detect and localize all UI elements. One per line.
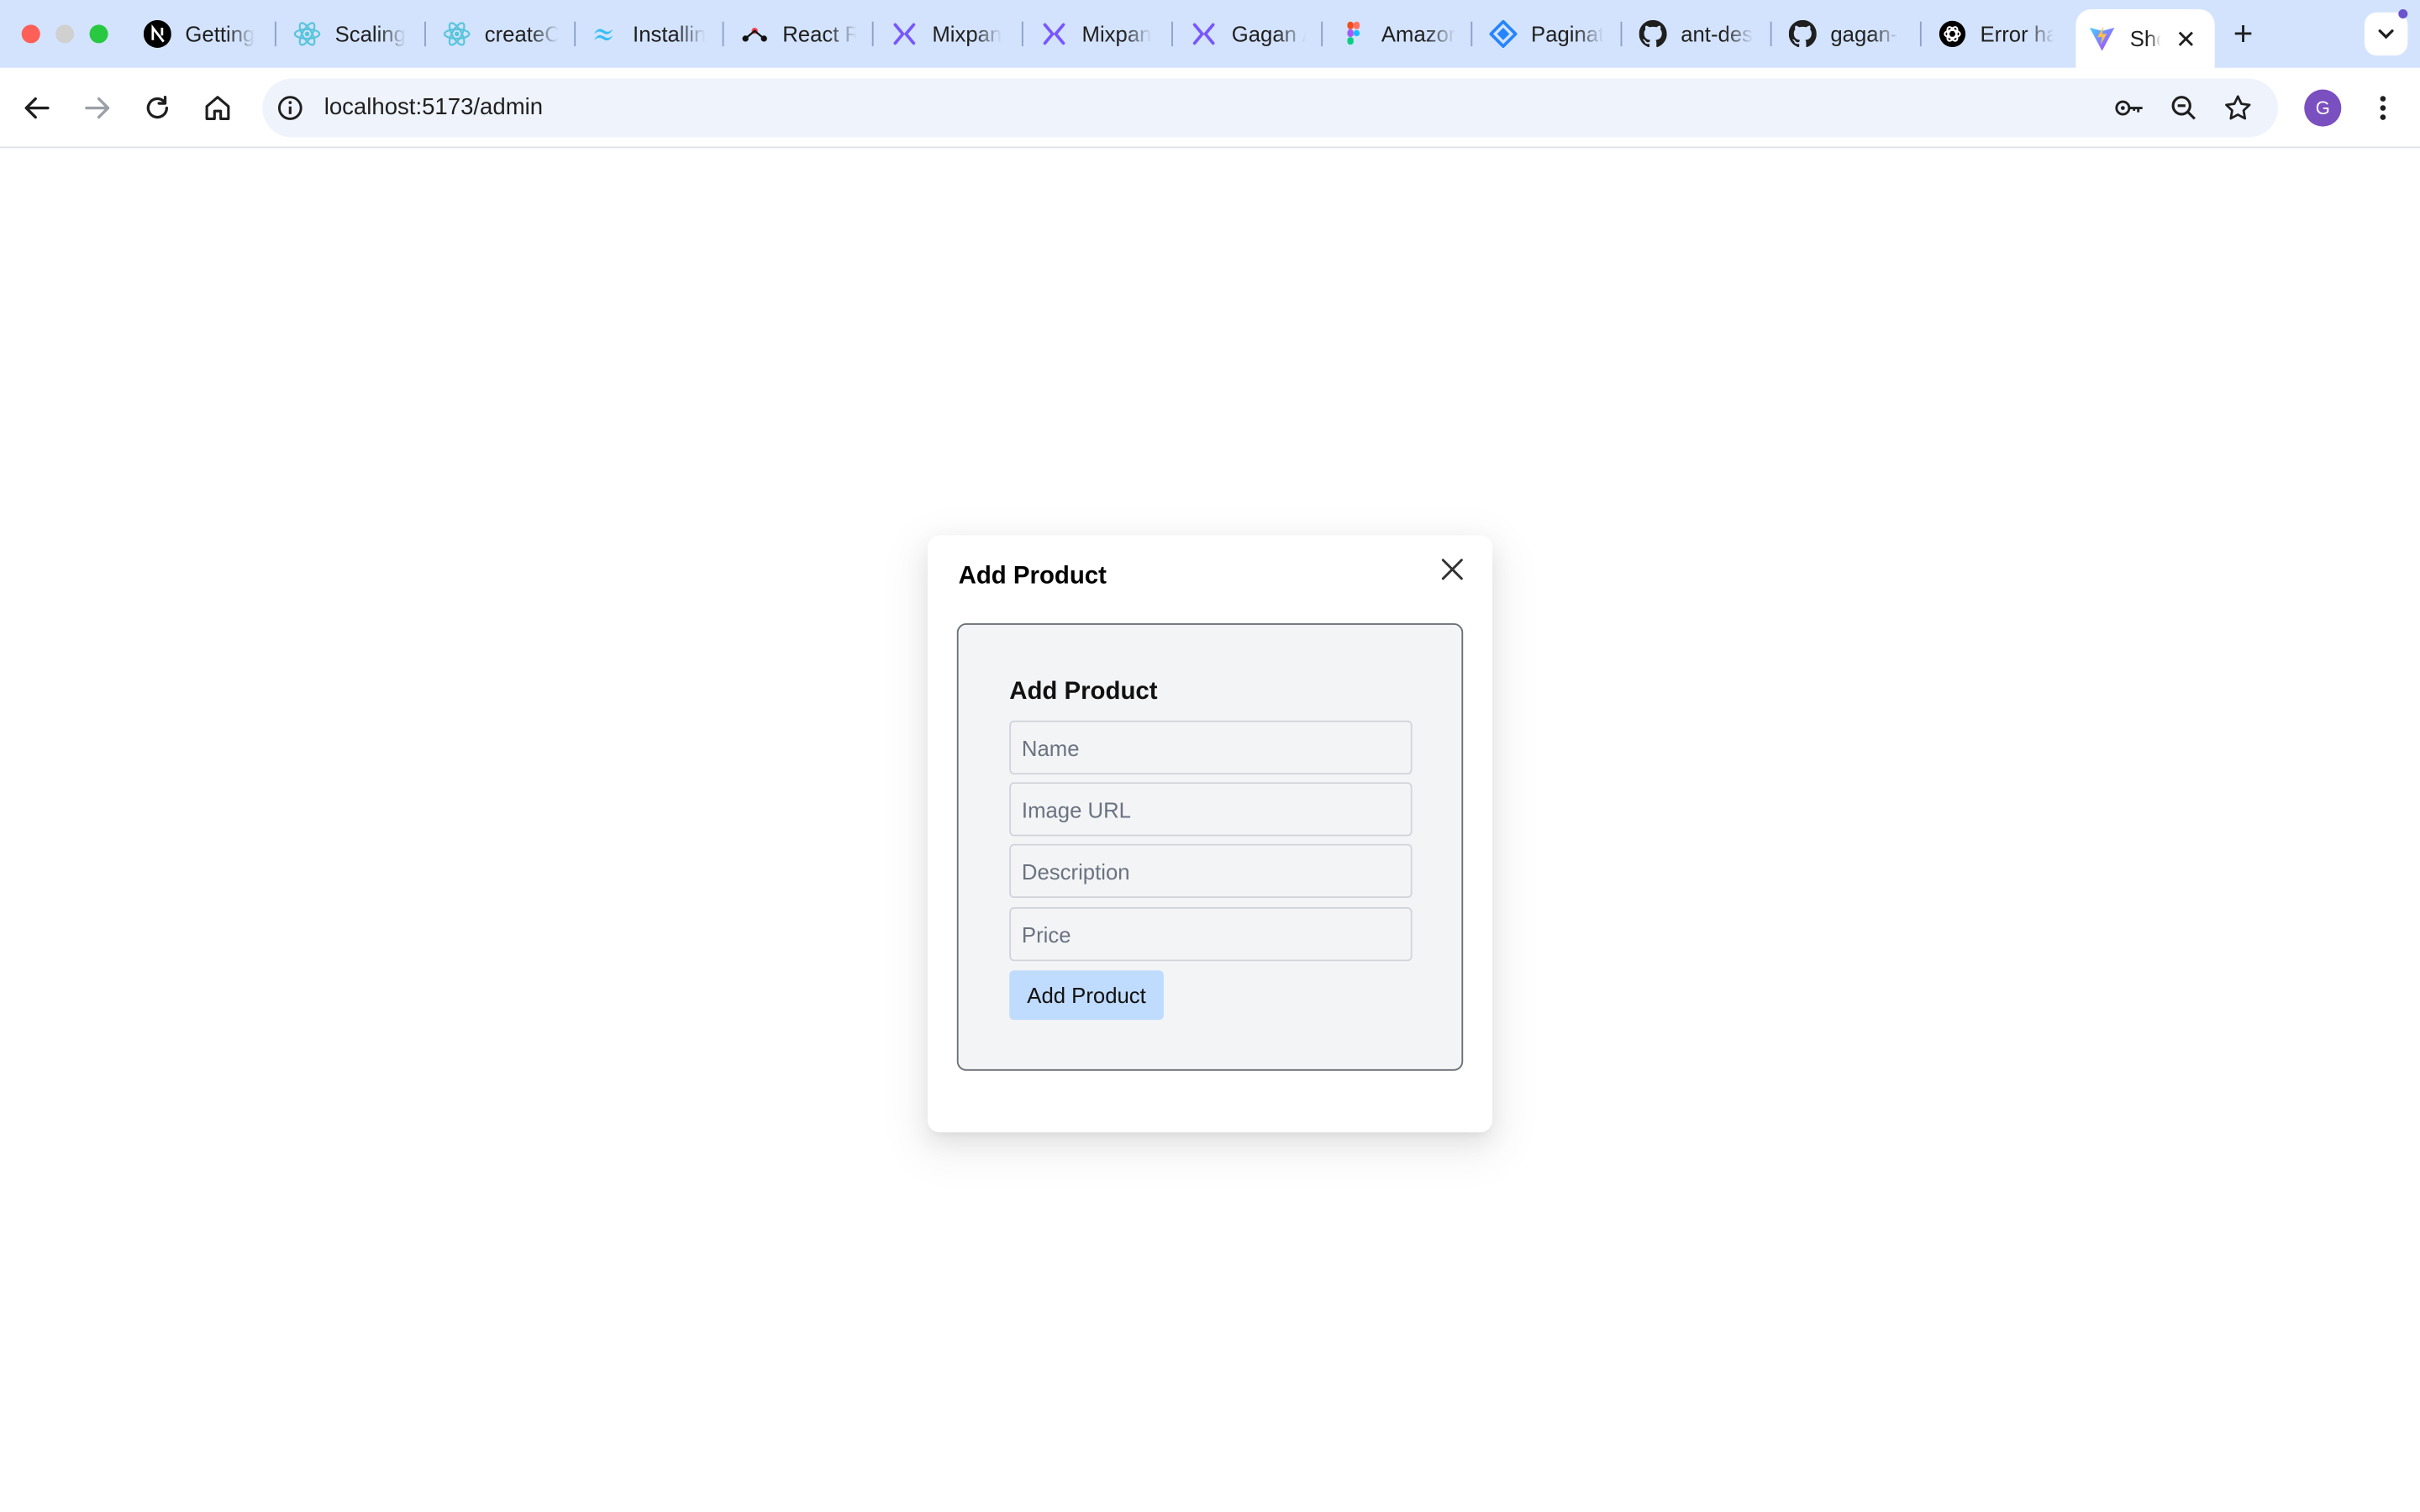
tab-label: ant-des: [1681, 21, 1753, 47]
tab-label: createC: [484, 21, 559, 47]
form-heading: Add Product: [1009, 679, 1158, 706]
browser-tab[interactable]: Scaling: [293, 13, 406, 55]
tab-separator: [1770, 21, 1772, 47]
openai-icon: [1939, 20, 1966, 48]
browser-tab-active[interactable]: Sho ✕: [2075, 9, 2215, 68]
mixpanel-icon: [1190, 20, 1218, 48]
mixpanel-icon: [891, 20, 918, 48]
tab-separator: [1620, 21, 1623, 47]
browser-tab[interactable]: Installin: [591, 13, 706, 55]
browser-tab[interactable]: Error ha: [1939, 13, 2054, 55]
forward-button[interactable]: [77, 88, 118, 129]
modal-close-button[interactable]: [1437, 554, 1468, 585]
tab-separator: [1470, 21, 1473, 47]
browser-tab[interactable]: Mixpan: [891, 13, 1002, 55]
arrow-right-icon: [85, 97, 110, 119]
name-input[interactable]: [1009, 720, 1413, 775]
tab-separator: [424, 21, 426, 47]
tab-label: Amazor: [1381, 21, 1456, 47]
bookmark-star-icon[interactable]: [2223, 92, 2254, 123]
tab-label: Mixpan: [932, 21, 1002, 47]
chevron-down-icon: [2378, 29, 2394, 39]
tab-separator: [722, 21, 724, 47]
browser-window: Getting Scaling createC Installin React …: [0, 0, 2420, 1512]
profile-avatar[interactable]: G: [2304, 89, 2342, 127]
tab-separator: [871, 21, 874, 47]
browser-menu-button[interactable]: [2368, 88, 2399, 129]
github-icon: [1788, 19, 1817, 48]
tab-separator: [1321, 21, 1323, 47]
browser-tab[interactable]: gagan-: [1788, 13, 1898, 55]
arrow-left-icon: [24, 97, 50, 119]
react-icon: [293, 20, 321, 48]
jira-icon: [1489, 19, 1518, 48]
close-tab-icon[interactable]: ✕: [2175, 24, 2196, 55]
tab-label: Getting: [185, 21, 255, 47]
add-product-form: Add Product Add Product: [956, 623, 1464, 1071]
tab-separator: [1171, 21, 1173, 47]
tab-label: Mixpan: [1081, 21, 1152, 47]
tab-separator: [574, 21, 576, 47]
back-button[interactable]: [17, 88, 57, 129]
modal-title: Add Product: [958, 563, 1107, 590]
browser-tab[interactable]: Getting: [143, 13, 255, 55]
tailwind-icon: [591, 20, 618, 48]
tab-search-button[interactable]: [2364, 12, 2408, 56]
tab-label: Error ha: [1980, 21, 2054, 47]
browser-tab[interactable]: Paginat: [1489, 13, 1604, 55]
browser-tab[interactable]: Amazor: [1339, 13, 1455, 55]
tab-label: Sho: [2129, 26, 2161, 51]
maximize-window-button[interactable]: [89, 24, 108, 44]
password-key-icon[interactable]: [2114, 92, 2145, 123]
browser-tab[interactable]: Mixpan: [1040, 13, 1152, 55]
home-icon: [205, 96, 230, 120]
tab-separator: [1021, 21, 1023, 47]
tab-strip: Getting Scaling createC Installin React …: [0, 0, 2420, 68]
minimize-window-button[interactable]: [55, 24, 75, 44]
vite-icon: [2088, 24, 2116, 52]
browser-toolbar: localhost:5173/admin G: [0, 67, 2420, 149]
tab-label: Scaling: [334, 21, 406, 47]
react-icon: [443, 20, 471, 48]
new-tab-button[interactable]: +: [2233, 16, 2254, 50]
figma-icon: [1339, 20, 1367, 48]
close-window-button[interactable]: [21, 24, 40, 44]
tab-label: Paginat: [1531, 21, 1605, 47]
home-button[interactable]: [197, 88, 238, 129]
browser-tab[interactable]: React R: [741, 13, 857, 55]
address-bar[interactable]: localhost:5173/admin: [262, 78, 2279, 138]
add-product-modal: Add Product Add Product Add Product: [927, 535, 1493, 1133]
price-input[interactable]: [1009, 907, 1413, 962]
github-icon: [1639, 19, 1667, 48]
browser-tab[interactable]: createC: [443, 13, 559, 55]
react-router-icon: [741, 20, 769, 48]
browser-tab[interactable]: Gagan /: [1190, 13, 1306, 55]
tab-label: Installin: [633, 21, 707, 47]
site-info-icon[interactable]: [276, 94, 304, 129]
add-product-button[interactable]: Add Product: [1009, 970, 1164, 1021]
tab-label: Gagan /: [1231, 21, 1306, 47]
image-url-input[interactable]: [1009, 782, 1413, 837]
notification-dot: [2398, 9, 2408, 19]
reload-icon: [146, 96, 169, 119]
mixpanel-icon: [1040, 20, 1068, 48]
browser-tab[interactable]: ant-des: [1639, 13, 1753, 55]
nextjs-icon: [143, 19, 171, 48]
url-text[interactable]: localhost:5173/admin: [324, 94, 543, 120]
tab-label: gagan-: [1830, 21, 1898, 47]
zoom-icon[interactable]: [2169, 92, 2200, 123]
tab-separator: [274, 21, 276, 47]
description-input[interactable]: [1009, 843, 1413, 898]
tab-label: React R: [782, 21, 857, 47]
more-vertical-icon: [2380, 96, 2386, 120]
tab-separator: [1919, 21, 1922, 47]
close-icon: [1441, 559, 1463, 580]
reload-button[interactable]: [137, 88, 177, 129]
